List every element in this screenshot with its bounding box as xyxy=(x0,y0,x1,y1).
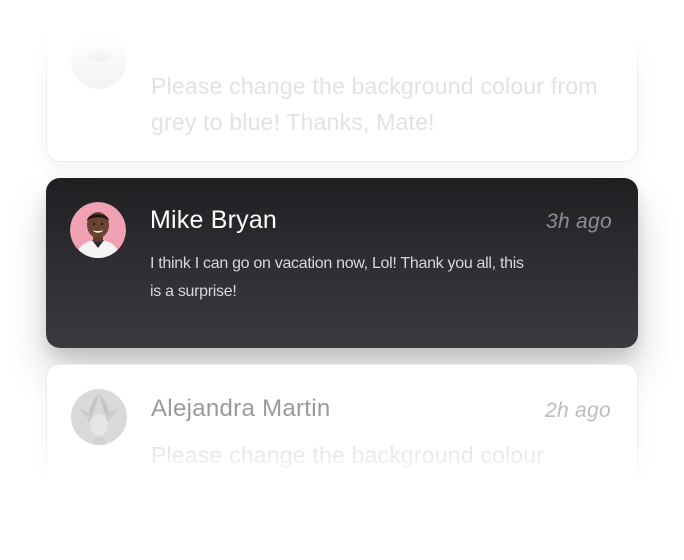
avatar xyxy=(71,33,127,89)
notification-message: Please change the background colour xyxy=(151,442,545,468)
notification-message: Please change the background colour from… xyxy=(151,73,598,135)
notification-card-active[interactable]: Mike Bryan 3h ago I think I can go on va… xyxy=(46,178,638,348)
avatar-placeholder-shape xyxy=(87,51,111,61)
notification-card-faded-bottom[interactable]: Alejandra Martin 2h ago Please change th… xyxy=(46,364,638,524)
avatar-alejandra-martin xyxy=(71,389,127,445)
timestamp: 2h ago xyxy=(544,399,611,422)
notification-card-faded-top[interactable]: Please change the background colour from… xyxy=(46,20,638,162)
notification-message: I think I can go on vacation now, Lol! T… xyxy=(150,255,524,300)
avatar-portrait-icon xyxy=(71,389,127,445)
avatar-mike-bryan xyxy=(70,202,126,258)
timestamp: 3h ago xyxy=(545,210,612,233)
sender-name: Alejandra Martin xyxy=(151,395,331,422)
notification-stack: Please change the background colour from… xyxy=(0,0,684,560)
avatar-portrait-icon xyxy=(70,202,126,258)
sender-name: Mike Bryan xyxy=(150,206,278,234)
